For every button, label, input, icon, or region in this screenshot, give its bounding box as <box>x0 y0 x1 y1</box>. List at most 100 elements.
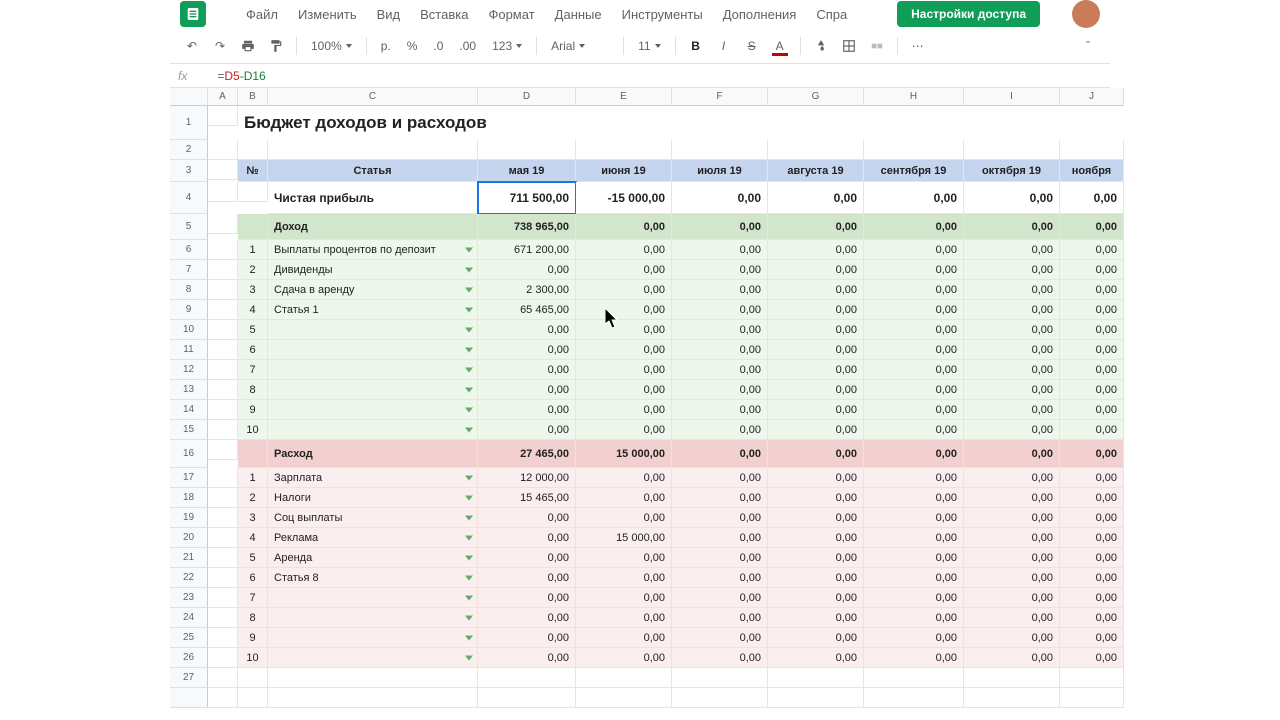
spreadsheet-grid[interactable]: ABCDEFGHIJ1Бюджет доходов и расходов23№С… <box>170 88 1110 708</box>
income-val[interactable]: 0,00 <box>768 420 864 440</box>
row-head[interactable]: 20 <box>170 528 208 548</box>
expense-val[interactable]: 0,00 <box>964 608 1060 628</box>
empty[interactable] <box>768 668 864 688</box>
income-val[interactable]: 0,00 <box>478 360 576 380</box>
expense-val[interactable]: 0,00 <box>864 568 964 588</box>
income-val[interactable]: 0,00 <box>672 400 768 420</box>
blank[interactable] <box>1060 140 1124 160</box>
empty[interactable] <box>576 668 672 688</box>
a[interactable] <box>208 420 238 440</box>
row-num[interactable]: 3 <box>238 280 268 300</box>
row-num[interactable]: 7 <box>238 588 268 608</box>
income-val[interactable]: 0,00 <box>478 400 576 420</box>
row-head[interactable]: 11 <box>170 340 208 360</box>
income-val[interactable]: 0,00 <box>576 240 672 260</box>
expense-val[interactable]: 15 000,00 <box>576 528 672 548</box>
income-val[interactable]: 0,00 <box>672 280 768 300</box>
income-item[interactable]: Статья 1 <box>268 300 478 320</box>
row-num[interactable]: 1 <box>238 468 268 488</box>
expense-val[interactable]: 0,00 <box>576 568 672 588</box>
row-num[interactable]: 1 <box>238 240 268 260</box>
income-val[interactable]: 0,00 <box>672 420 768 440</box>
font-size-select[interactable]: 11 <box>632 39 666 53</box>
expense-val[interactable]: 0,00 <box>672 488 768 508</box>
empty[interactable] <box>964 688 1060 708</box>
expense-val[interactable]: 0,00 <box>1060 528 1124 548</box>
row-head[interactable]: 13 <box>170 380 208 400</box>
blank[interactable] <box>768 140 864 160</box>
expense-val[interactable]: 0,00 <box>576 488 672 508</box>
income-val[interactable]: 0,00 <box>864 280 964 300</box>
income-item[interactable] <box>268 400 478 420</box>
paint-format-icon[interactable] <box>264 34 288 58</box>
income-val[interactable]: 0,00 <box>864 400 964 420</box>
income-val[interactable]: 0,00 <box>964 380 1060 400</box>
a[interactable] <box>208 628 238 648</box>
income-val[interactable]: 0,00 <box>964 340 1060 360</box>
italic-button[interactable]: I <box>712 34 736 58</box>
profit-val[interactable]: 0,00 <box>964 182 1060 214</box>
a[interactable] <box>208 568 238 588</box>
row-num[interactable]: 8 <box>238 380 268 400</box>
income-val[interactable]: 0,00 <box>576 360 672 380</box>
profit-val[interactable]: 0,00 <box>1060 182 1124 214</box>
income-val[interactable]: 0,00 <box>478 420 576 440</box>
income-val[interactable]: 0,00 <box>768 300 864 320</box>
income-item[interactable] <box>268 420 478 440</box>
a[interactable] <box>208 300 238 320</box>
menu-data[interactable]: Данные <box>555 7 602 22</box>
expense-val[interactable]: 0,00 <box>672 608 768 628</box>
header-cell[interactable]: Статья <box>268 160 478 182</box>
expense-val[interactable]: 0,00 <box>768 588 864 608</box>
income-total[interactable]: 0,00 <box>768 214 864 240</box>
profit-val[interactable]: 0,00 <box>864 182 964 214</box>
user-avatar[interactable] <box>1072 0 1100 28</box>
blank[interactable] <box>268 140 478 160</box>
income-val[interactable]: 0,00 <box>1060 300 1124 320</box>
row-num[interactable]: 10 <box>238 420 268 440</box>
income-val[interactable]: 0,00 <box>1060 240 1124 260</box>
b5[interactable] <box>238 214 268 240</box>
empty[interactable] <box>864 668 964 688</box>
expense-val[interactable]: 0,00 <box>672 648 768 668</box>
col-head-H[interactable]: H <box>864 88 964 106</box>
number-format[interactable]: 123 <box>486 39 528 53</box>
expense-val[interactable]: 0,00 <box>478 528 576 548</box>
income-val[interactable]: 0,00 <box>768 360 864 380</box>
empty[interactable] <box>478 668 576 688</box>
a[interactable] <box>208 548 238 568</box>
row-head[interactable]: 22 <box>170 568 208 588</box>
header-cell[interactable]: мая 19 <box>478 160 576 182</box>
expense-item[interactable]: Налоги <box>268 488 478 508</box>
expense-val[interactable]: 0,00 <box>1060 608 1124 628</box>
income-item[interactable] <box>268 360 478 380</box>
bold-button[interactable]: B <box>684 34 708 58</box>
strike-button[interactable]: S <box>740 34 764 58</box>
income-item[interactable]: Сдача в аренду <box>268 280 478 300</box>
expense-val[interactable]: 0,00 <box>478 588 576 608</box>
row-num[interactable]: 8 <box>238 608 268 628</box>
row-num[interactable]: 6 <box>238 568 268 588</box>
expense-item[interactable]: Аренда <box>268 548 478 568</box>
row-head-1[interactable]: 1 <box>170 106 208 140</box>
expense-val[interactable]: 0,00 <box>964 588 1060 608</box>
income-val[interactable]: 0,00 <box>768 260 864 280</box>
income-val[interactable]: 0,00 <box>964 420 1060 440</box>
row-head[interactable]: 26 <box>170 648 208 668</box>
income-val[interactable]: 0,00 <box>672 300 768 320</box>
expense-val[interactable]: 0,00 <box>1060 468 1124 488</box>
expense-val[interactable]: 0,00 <box>768 548 864 568</box>
row-head[interactable]: 7 <box>170 260 208 280</box>
row-head-16[interactable]: 16 <box>170 440 208 468</box>
expense-val[interactable]: 0,00 <box>478 628 576 648</box>
a3[interactable] <box>208 160 238 180</box>
row-num[interactable]: 7 <box>238 360 268 380</box>
expense-val[interactable]: 0,00 <box>478 648 576 668</box>
income-val[interactable]: 0,00 <box>1060 320 1124 340</box>
income-val[interactable]: 0,00 <box>672 380 768 400</box>
a5[interactable] <box>208 214 238 234</box>
header-cell[interactable]: № <box>238 160 268 182</box>
col-head-F[interactable]: F <box>672 88 768 106</box>
expense-val[interactable]: 0,00 <box>964 548 1060 568</box>
profit-val[interactable]: 0,00 <box>768 182 864 214</box>
